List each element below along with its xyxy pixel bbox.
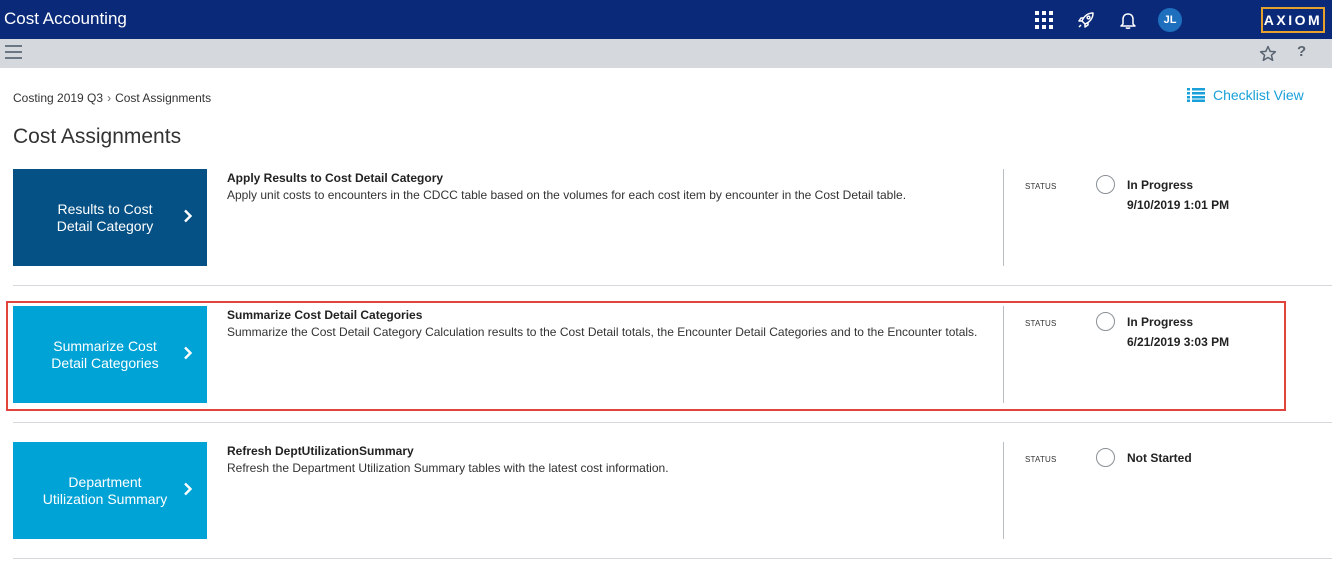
tile-department-utilization-summary[interactable]: Department Utilization Summary [13, 442, 207, 539]
tile-label-line: Detail Categories [51, 354, 159, 371]
help-icon[interactable]: ? [1297, 43, 1306, 60]
chevron-right-icon [184, 482, 193, 496]
tile-label-line: Utilization Summary [42, 490, 168, 507]
app-title: Cost Accounting [4, 9, 127, 28]
tile-label-line: Results to Cost [57, 200, 153, 217]
bell-icon[interactable] [1117, 9, 1139, 31]
status-date: 9/10/2019 1:01 PM [1127, 198, 1230, 212]
axiom-logo: AXIOM [1261, 7, 1325, 33]
breadcrumb: Costing 2019 Q3 › Cost Assignments [13, 91, 211, 105]
status-text: In Progress [1127, 315, 1194, 329]
task-row: Summarize Cost Detail Categories Summari… [13, 306, 1332, 403]
status-text: Not Started [1127, 451, 1192, 465]
sub-bar: ? [0, 39, 1332, 68]
user-avatar[interactable]: JL [1158, 8, 1182, 32]
row-divider [13, 558, 1332, 559]
checklist-view-link[interactable]: Checklist View [1187, 87, 1304, 103]
status-text: In Progress [1127, 178, 1194, 192]
menu-icon[interactable] [5, 45, 22, 61]
status-label: STATUS [1025, 319, 1057, 328]
status-circle-icon [1096, 448, 1115, 467]
task-title: Refresh DeptUtilizationSummary [227, 444, 414, 458]
chevron-right-icon [184, 346, 193, 360]
task-row: Results to Cost Detail Category Apply Re… [13, 169, 1332, 266]
page-title: Cost Assignments [13, 125, 182, 148]
task-row: Department Utilization Summary Refresh D… [13, 442, 1332, 539]
task-description: Apply unit costs to encounters in the CD… [227, 188, 907, 202]
breadcrumb-item-current: Cost Assignments [115, 91, 212, 105]
tile-results-to-cost-detail-category[interactable]: Results to Cost Detail Category [13, 169, 207, 266]
status-circle-icon [1096, 175, 1115, 194]
rocket-icon[interactable] [1075, 9, 1097, 31]
status-circle-icon [1096, 312, 1115, 331]
divider [1003, 169, 1004, 266]
task-title: Apply Results to Cost Detail Category [227, 171, 444, 185]
row-divider [13, 285, 1332, 286]
tile-label-line: Detail Category [56, 217, 154, 234]
task-title: Summarize Cost Detail Categories [227, 308, 423, 322]
task-description: Refresh the Department Utilization Summa… [227, 461, 669, 475]
task-description: Summarize the Cost Detail Category Calcu… [227, 325, 978, 339]
star-icon[interactable] [1258, 44, 1278, 64]
list-icon [1187, 88, 1205, 102]
top-bar: Cost Accounting JL AXIOM [0, 0, 1332, 39]
status-label: STATUS [1025, 455, 1057, 464]
tile-label-line: Department [68, 473, 142, 490]
tile-label-line: Summarize Cost [53, 337, 157, 354]
tile-summarize-cost-detail-categories[interactable]: Summarize Cost Detail Categories [13, 306, 207, 403]
chevron-right-icon [184, 209, 193, 223]
breadcrumb-separator: › [107, 91, 112, 105]
divider [1003, 442, 1004, 539]
divider [1003, 306, 1004, 403]
status-date: 6/21/2019 3:03 PM [1127, 335, 1230, 349]
status-label: STATUS [1025, 182, 1057, 191]
apps-grid-icon[interactable] [1033, 9, 1055, 31]
row-divider [13, 422, 1332, 423]
breadcrumb-item-costing[interactable]: Costing 2019 Q3 [13, 91, 103, 105]
checklist-view-label: Checklist View [1213, 87, 1304, 103]
